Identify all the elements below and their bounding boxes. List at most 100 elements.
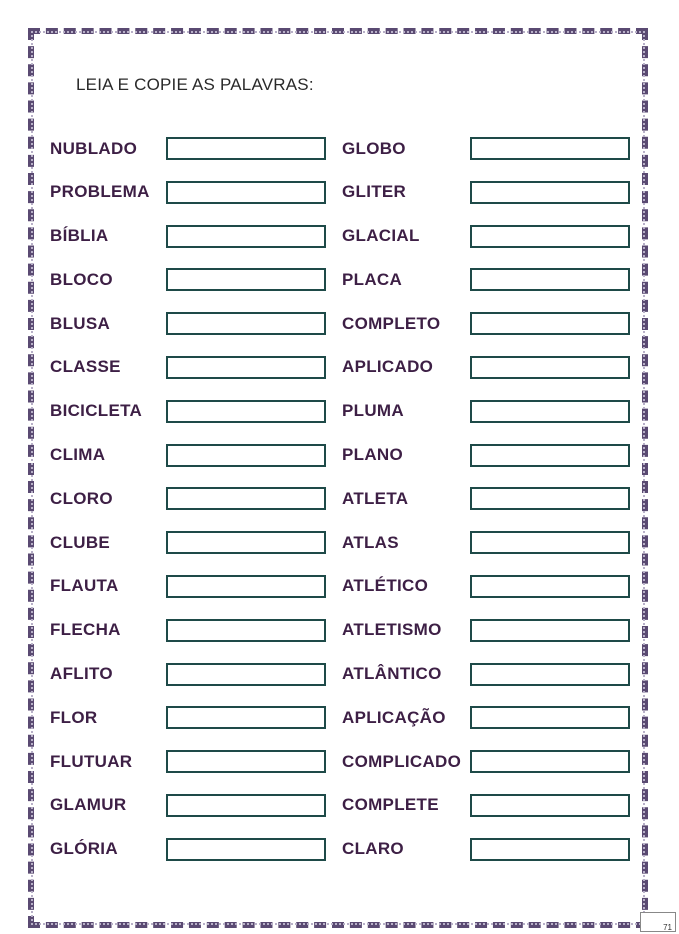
left-word-row: CLUBE [50,530,326,555]
copy-answer-box[interactable] [166,750,326,774]
instruction-text: LEIA E COPIE AS PALAVRAS: [76,75,314,94]
word-label: APLICAÇÃO [342,707,446,727]
left-word-column: NUBLADO PROBLEMA BÍBLIA BLOCO BLUSA CLASSE BIC… [50,136,326,881]
copy-answer-box[interactable] [470,137,630,160]
left-word-row: GLÓRIA [50,837,326,862]
right-word-row: COMPLETE [342,793,630,818]
copy-answer-box[interactable] [166,224,326,248]
word-label: ATLAS [342,532,399,552]
word-label: ATLÉTICO [342,576,429,596]
right-word-row: COMPLETO [342,311,630,336]
copy-answer-box[interactable] [166,793,326,817]
word-label: GLOBO [342,138,406,158]
copy-answer-box[interactable] [470,268,630,292]
copy-answer-box[interactable] [470,312,630,336]
word-label: ATLETA [342,488,409,508]
left-word-row: AFLITO [50,662,326,687]
left-word-row: FLECHA [50,618,326,643]
word-label: GLAMUR [50,795,127,815]
copy-answer-box[interactable] [470,180,630,204]
word-label: BLOCO [50,269,113,289]
word-label: COMPLETO [342,313,441,333]
copy-answer-box[interactable] [166,662,326,686]
copy-answer-box[interactable] [470,793,630,817]
word-label: CLIMA [50,445,106,465]
left-word-row: CLIMA [50,443,326,468]
word-label: AFLITO [50,664,113,684]
copy-answer-box[interactable] [166,180,326,204]
left-word-row: CLASSE [50,355,326,380]
word-label: CLORO [50,488,113,508]
copy-answer-box[interactable] [470,487,630,511]
right-word-row: GLOBO [342,136,630,161]
copy-answer-box[interactable] [470,399,630,423]
left-word-row: BICICLETA [50,399,326,424]
copy-answer-box[interactable] [470,618,630,642]
copy-answer-box[interactable] [166,355,326,379]
copy-answer-box[interactable] [470,662,630,686]
right-word-column: GLOBO GLITER GLACIAL PLACA COMPLETO APLICADO P… [342,136,630,881]
word-label: BICICLETA [50,401,143,421]
word-label: FLECHA [50,620,121,640]
right-word-row: ATLETA [342,486,630,511]
right-word-row: ATLÂNTICO [342,662,630,687]
copy-answer-box[interactable] [470,355,630,379]
word-label: ATLETISMO [342,620,442,640]
copy-answer-box[interactable] [166,443,326,467]
left-word-row: BLUSA [50,311,326,336]
word-label: FLOR [50,707,98,727]
word-label: FLUTUAR [50,751,133,771]
left-word-row: GLAMUR [50,793,326,818]
word-label: CLARO [342,839,404,859]
word-label: PLANO [342,445,403,465]
right-word-row: ATLAS [342,530,630,555]
word-label: NUBLADO [50,138,138,158]
word-label: CLUBE [50,532,111,552]
right-word-row: APLICADO [342,355,630,380]
word-label: FLAUTA [50,576,119,596]
left-word-row: CLORO [50,486,326,511]
copy-answer-box[interactable] [470,224,630,248]
copy-answer-box[interactable] [166,137,326,160]
right-word-row: ATLÉTICO [342,574,630,599]
copy-answer-box[interactable] [470,837,630,861]
word-label: ATLÂNTICO [342,664,442,684]
left-word-row: FLOR [50,705,326,730]
right-word-row: CLARO [342,837,630,862]
left-word-row: NUBLADO [50,136,326,161]
word-label: PLACA [342,269,403,289]
right-word-row: PLANO [342,443,630,468]
copy-answer-box[interactable] [166,706,326,730]
copy-answer-box[interactable] [166,399,326,423]
word-label: GLACIAL [342,226,420,246]
copy-answer-box[interactable] [470,750,630,774]
copy-answer-box[interactable] [470,531,630,555]
copy-answer-box[interactable] [166,487,326,511]
word-label: GLITER [342,182,407,202]
word-label: PLUMA [342,401,404,421]
page-number: 71 [640,912,676,932]
copy-answer-box[interactable] [470,574,630,598]
worksheet-page: LEIA E COPIE AS PALAVRAS: NUBLADO PROBLEM… [0,0,679,934]
copy-answer-box[interactable] [470,443,630,467]
copy-answer-box[interactable] [166,574,326,598]
copy-answer-box[interactable] [166,312,326,336]
copy-answer-box[interactable] [166,268,326,292]
copy-answer-box[interactable] [470,706,630,730]
left-word-row: PROBLEMA [50,180,326,205]
copy-answer-box[interactable] [166,618,326,642]
word-label: GLÓRIA [50,839,118,859]
left-word-row: FLAUTA [50,574,326,599]
word-label: CLASSE [50,357,121,377]
right-word-row: PLUMA [342,399,630,424]
right-word-row: ATLETISMO [342,618,630,643]
word-label: APLICADO [342,357,434,377]
left-word-row: FLUTUAR [50,749,326,774]
word-label: BLUSA [50,313,111,333]
copy-answer-box[interactable] [166,531,326,555]
word-label: BÍBLIA [50,226,109,246]
copy-answer-box[interactable] [166,837,326,861]
word-label: COMPLICADO [342,751,462,771]
right-word-row: APLICAÇÃO [342,705,630,730]
word-label: PROBLEMA [50,182,150,202]
